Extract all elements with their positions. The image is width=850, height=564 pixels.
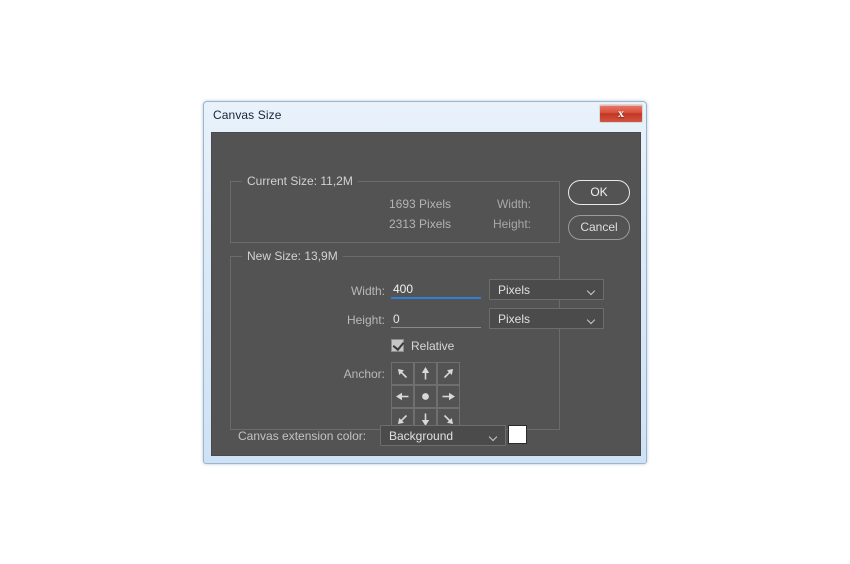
arrow-up-right-icon [443, 369, 453, 379]
anchor-cell-center[interactable] [414, 385, 437, 408]
arrow-left-icon [396, 392, 409, 401]
new-size-legend: New Size: 13,9M [242, 249, 343, 263]
canvas-size-dialog: Canvas Size x Current Size: 11,2M Width:… [203, 101, 647, 464]
arrow-up-icon [421, 367, 430, 380]
close-button[interactable]: x [599, 104, 643, 123]
chevron-down-icon [588, 288, 595, 292]
dialog-content-panel: Current Size: 11,2M Width: 1693 Pixels H… [211, 132, 641, 456]
canvas-extension-color-value: Background [389, 429, 454, 443]
canvas-extension-color-label: Canvas extension color: [238, 429, 367, 443]
current-width-value: 1693 Pixels [389, 197, 452, 211]
new-height-unit-value: Pixels [498, 312, 531, 326]
anchor-cell-middle-left[interactable] [391, 385, 414, 408]
current-height-row: Height: 2313 Pixels [321, 217, 531, 234]
new-width-input[interactable] [391, 281, 481, 299]
new-height-unit-select[interactable]: Pixels [489, 308, 604, 329]
new-width-unit-select[interactable]: Pixels [489, 279, 604, 300]
anchor-label: Anchor: [343, 367, 385, 381]
anchor-cell-top-right[interactable] [437, 362, 460, 385]
close-icon: x [618, 106, 624, 120]
center-dot-icon [422, 393, 429, 400]
current-height-label: Height: [492, 217, 531, 231]
anchor-cell-top-left[interactable] [391, 362, 414, 385]
current-width-label: Width: [496, 197, 531, 211]
relative-checkbox[interactable] [391, 338, 405, 352]
check-icon [392, 338, 405, 352]
new-height-label: Height: [346, 313, 385, 327]
anchor-cell-middle-right[interactable] [437, 385, 460, 408]
new-width-unit-value: Pixels [498, 283, 531, 297]
ok-button[interactable]: OK [568, 180, 630, 205]
cancel-button[interactable]: Cancel [568, 215, 630, 240]
canvas-extension-color-select[interactable]: Background [380, 425, 506, 446]
new-size-group: New Size: 13,9M Width: Pixels Height: Pi… [230, 249, 604, 431]
new-width-label: Width: [350, 284, 385, 298]
current-size-group: Current Size: 11,2M Width: 1693 Pixels H… [230, 174, 560, 243]
arrow-up-left-icon [398, 369, 408, 379]
canvas-extension-color-swatch[interactable] [508, 425, 527, 444]
current-width-row: Width: 1693 Pixels [321, 197, 531, 214]
new-height-input[interactable] [391, 310, 481, 328]
title-bar[interactable]: Canvas Size x [204, 102, 646, 128]
arrow-right-icon [442, 392, 455, 401]
chevron-down-icon [490, 434, 497, 438]
relative-label: Relative [411, 339, 455, 353]
anchor-cell-top-center[interactable] [414, 362, 437, 385]
current-height-value: 2313 Pixels [389, 217, 452, 231]
current-size-legend: Current Size: 11,2M [242, 174, 358, 188]
window-title: Canvas Size [213, 108, 282, 122]
chevron-down-icon [588, 317, 595, 321]
anchor-grid[interactable] [391, 362, 460, 431]
